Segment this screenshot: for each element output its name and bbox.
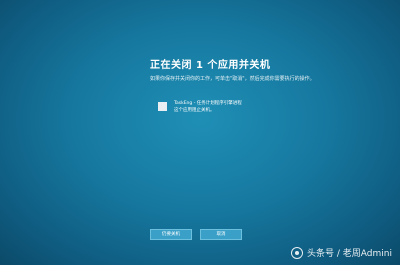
app-text: TaskEng - 任务计划程序引擎进程 这个应用阻止关机。: [174, 100, 242, 114]
force-shutdown-button[interactable]: 仍要关机: [150, 229, 192, 240]
shutdown-instructions: 如果你保存并关闭你的工作，可单击"取消"，然后完成你需要执行的操作。: [150, 76, 315, 82]
shutdown-panel: 正在关闭 1 个应用并关机 如果你保存并关闭你的工作，可单击"取消"，然后完成你…: [150, 56, 360, 82]
cancel-button[interactable]: 取消: [200, 229, 242, 240]
shutdown-screen: 正在关闭 1 个应用并关机 如果你保存并关闭你的工作，可单击"取消"，然后完成你…: [0, 0, 400, 265]
watermark: 头条号 / 老周Admini: [291, 246, 392, 259]
blocking-app-item: TaskEng - 任务计划程序引擎进程 这个应用阻止关机。: [158, 100, 242, 114]
app-status: 这个应用阻止关机。: [174, 108, 215, 113]
button-row: 仍要关机 取消: [150, 229, 242, 240]
page-title: 正在关闭 1 个应用并关机: [150, 60, 271, 71]
toutiao-logo-icon: [291, 246, 304, 259]
app-name: TaskEng - 任务计划程序引擎进程: [174, 101, 242, 106]
watermark-text: 头条号 / 老周Admini: [307, 249, 392, 259]
app-icon: [158, 102, 167, 111]
